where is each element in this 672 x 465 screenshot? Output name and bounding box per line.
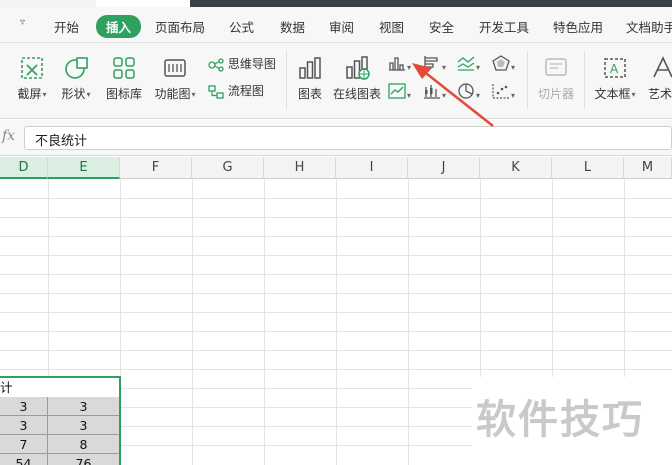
title-bar-dark bbox=[190, 0, 672, 7]
flowchart-label: 流程图 bbox=[227, 84, 264, 98]
grid-line bbox=[0, 312, 672, 313]
menu-view[interactable]: 视图 bbox=[379, 17, 404, 36]
shapes-icon bbox=[65, 57, 88, 79]
slicer-label: 切片器 bbox=[537, 87, 574, 101]
column-header-e[interactable]: E bbox=[48, 157, 120, 179]
chart-button[interactable]: 图表 bbox=[294, 55, 326, 102]
selection-range bbox=[0, 376, 121, 465]
flowchart-icon bbox=[208, 84, 224, 99]
textbox-icon: A bbox=[604, 58, 626, 78]
grid-line bbox=[336, 179, 337, 465]
shapes-label: 形状 bbox=[61, 87, 86, 101]
menu-home[interactable]: 开始 bbox=[54, 17, 79, 36]
column-header-h[interactable]: H bbox=[264, 157, 336, 179]
grid-line bbox=[408, 179, 409, 465]
formula-input[interactable]: 不良统计 bbox=[24, 126, 672, 150]
ribbon-separator bbox=[527, 51, 528, 109]
screenshot-icon bbox=[21, 57, 43, 79]
menu-data[interactable]: 数据 bbox=[280, 17, 305, 36]
chart-icon bbox=[299, 57, 321, 79]
function-chart-label: 功能图 bbox=[154, 87, 191, 101]
menu-page-layout[interactable]: 页面布局 bbox=[155, 17, 205, 36]
column-header-f[interactable]: F bbox=[120, 157, 192, 179]
menu-chevron-icon[interactable]: ▿ bbox=[20, 17, 25, 28]
grid-line bbox=[264, 179, 265, 465]
icon-library-button[interactable]: 图标库 bbox=[104, 55, 144, 102]
grid-line bbox=[0, 198, 672, 199]
grid-line bbox=[0, 255, 672, 256]
grid-line bbox=[0, 293, 672, 294]
fx-icon[interactable]: fx bbox=[2, 128, 15, 144]
menu-special-apps[interactable]: 特色应用 bbox=[553, 17, 603, 36]
spreadsheet-window: ▿ 开始 插入 页面布局 公式 数据 审阅 视图 安全 开发工具 特色应用 文档… bbox=[0, 0, 672, 465]
slicer-icon bbox=[545, 58, 567, 76]
annotation-arrow-icon bbox=[412, 63, 494, 127]
grid-line bbox=[0, 369, 672, 370]
menu-insert[interactable]: 插入 bbox=[96, 15, 142, 38]
screenshot-label: 截屏 bbox=[17, 87, 42, 101]
art-text-button[interactable]: 艺术 bbox=[648, 55, 672, 102]
column-header-l[interactable]: L bbox=[552, 157, 624, 179]
title-strip bbox=[0, 0, 672, 7]
flowchart-button[interactable]: 流程图 bbox=[208, 82, 264, 99]
column-header-k[interactable]: K bbox=[480, 157, 552, 179]
mind-map-button[interactable]: 思维导图 bbox=[208, 55, 276, 72]
menu-doc-assistant[interactable]: 文档助手 bbox=[626, 17, 672, 36]
mind-map-icon bbox=[208, 57, 224, 72]
art-text-icon bbox=[653, 56, 672, 78]
textbox-label: 文本框 bbox=[594, 87, 631, 101]
grid-line bbox=[192, 179, 193, 465]
column-header-j[interactable]: J bbox=[408, 157, 480, 179]
online-chart-label: 在线图表 bbox=[332, 87, 381, 101]
column-header-d[interactable]: D bbox=[0, 157, 48, 179]
mind-map-label: 思维导图 bbox=[227, 57, 276, 71]
art-text-label: 艺术 bbox=[648, 87, 672, 101]
shapes-button[interactable]: 形状▾ bbox=[58, 55, 94, 102]
menu-bar: ▿ 开始 插入 页面布局 公式 数据 审阅 视图 安全 开发工具 特色应用 文档… bbox=[0, 7, 672, 43]
online-chart-icon bbox=[346, 56, 370, 80]
menu-developer[interactable]: 开发工具 bbox=[479, 17, 529, 36]
function-chart-button[interactable]: 功能图▾ bbox=[152, 55, 198, 102]
grid-line bbox=[0, 236, 672, 237]
icon-library-label: 图标库 bbox=[105, 87, 142, 101]
ribbon-insert: 截屏▾ 形状▾ 图标库 功能图▾ 思维导图 流程图 图表 在线图表 ▾ ▾ ▾ … bbox=[0, 43, 672, 119]
menu-formulas[interactable]: 公式 bbox=[229, 17, 254, 36]
online-chart-button[interactable]: 在线图表 bbox=[330, 55, 384, 102]
icon-library-icon bbox=[113, 57, 135, 79]
active-document-tab[interactable] bbox=[96, 0, 192, 7]
slicer-button[interactable]: 切片器 bbox=[535, 55, 577, 102]
svg-text:A: A bbox=[610, 62, 619, 76]
column-header-i[interactable]: I bbox=[336, 157, 408, 179]
function-chart-icon bbox=[164, 59, 186, 77]
grid-line bbox=[0, 217, 672, 218]
ribbon-separator bbox=[286, 51, 287, 109]
menu-security[interactable]: 安全 bbox=[429, 17, 454, 36]
ribbon-separator bbox=[584, 51, 585, 109]
column-header-g[interactable]: G bbox=[192, 157, 264, 179]
grid-line bbox=[0, 274, 672, 275]
formula-bar: fx 不良统计 bbox=[0, 120, 672, 156]
grid-line bbox=[0, 350, 672, 351]
screenshot-button[interactable]: 截屏▾ bbox=[14, 55, 50, 102]
menu-review[interactable]: 审阅 bbox=[329, 17, 354, 36]
chart-label: 图表 bbox=[297, 87, 322, 101]
column-headers: D E F G H I J K L M bbox=[0, 157, 672, 179]
column-header-m[interactable]: M bbox=[624, 157, 672, 179]
textbox-button[interactable]: A 文本框▾ bbox=[592, 55, 638, 102]
grid-line bbox=[0, 331, 672, 332]
watermark: 软件技巧 bbox=[472, 377, 672, 465]
